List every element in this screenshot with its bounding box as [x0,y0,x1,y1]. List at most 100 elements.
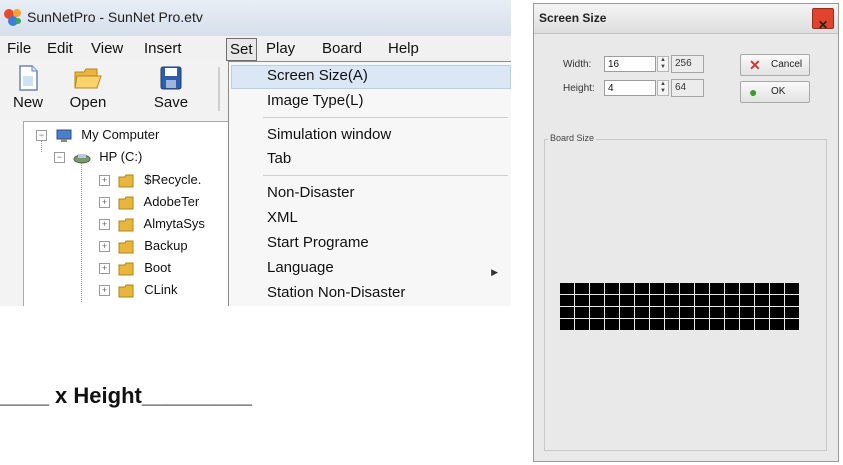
menu-item-tab[interactable]: Tab [267,148,291,170]
menu-item-station-non-disaster[interactable]: Station Non-Disaster [267,282,405,304]
app-logo-icon [4,9,21,26]
board-cell [665,319,679,330]
height-spinner[interactable]: ▲ ▼ [657,80,669,96]
board-cell [740,307,754,318]
save-button[interactable]: Save [145,64,197,116]
caption-text: ____ x Height_________ [0,383,252,408]
menu-separator [263,175,508,176]
board-cell [680,307,694,318]
menu-item-start-programe[interactable]: Start Programe [267,232,369,254]
toolbar-separator [218,67,220,111]
tree-item-folder[interactable]: + Backup [99,235,188,257]
board-cell [590,307,604,318]
board-cell [590,283,604,294]
save-disk-icon [160,66,182,90]
board-size-label: Board Size [548,133,597,143]
collapse-icon[interactable]: − [54,152,65,164]
folder-tree[interactable]: − My Computer − HP (C:) + $Recycle. + Ad… [23,121,230,306]
tree-connector [81,162,82,302]
board-cell [560,319,574,330]
tree-item-folder[interactable]: + AlmytaSys [99,213,205,235]
menu-edit[interactable]: Edit [44,38,76,59]
width-pixels-field: 256 [671,55,704,73]
screen-size-dialog: Screen Size ✕ Width: 16 ▲ ▼ 256 Height: 4… [533,3,839,462]
menu-separator [263,117,508,118]
dialog-title: Screen Size [539,11,607,25]
expand-icon[interactable]: + [99,263,110,275]
tree-item-my-computer[interactable]: − My Computer [36,124,159,146]
tree-item-label: $Recycle. [144,172,202,187]
menu-insert[interactable]: Insert [141,38,185,59]
spin-up-icon: ▲ [660,57,666,63]
width-input[interactable]: 16 [604,56,656,72]
menu-play[interactable]: Play [263,38,298,59]
tree-item-label: CLink [144,282,178,297]
board-cell [590,295,604,306]
menu-item-non-disaster[interactable]: Non-Disaster [267,182,355,204]
board-cell [785,307,799,318]
spin-up-icon: ▲ [660,81,666,87]
open-button[interactable]: Open [62,64,114,116]
board-cell [665,283,679,294]
tree-item-label: My Computer [81,127,160,142]
board-cell [755,295,769,306]
menu-view[interactable]: View [88,38,126,59]
board-cell [605,283,619,294]
tree-item-label: Backup [144,238,188,253]
board-cell [785,295,799,306]
tree-item-folder[interactable]: + CLink [99,279,178,301]
tree-item-folder[interactable]: + Boot [99,257,171,279]
folder-icon [118,240,134,254]
board-cell [785,283,799,294]
tree-item-folder[interactable]: + $Recycle. [99,169,201,191]
height-input[interactable]: 4 [604,80,656,96]
menu-set[interactable]: Set [226,38,257,61]
menu-item-simulation-window[interactable]: Simulation window [267,124,391,146]
title-bar: SunNetPro - SunNet Pro.etv [0,0,511,36]
open-folder-icon [74,68,102,89]
board-cell [635,319,649,330]
board-cell [725,307,739,318]
menu-item-language[interactable]: Language [267,257,334,279]
menu-item-screen-size[interactable]: Screen Size(A) [267,65,368,87]
board-cell [650,295,664,306]
expand-icon[interactable]: + [99,241,110,253]
board-cell [770,307,784,318]
ok-button-label: OK [771,86,786,97]
menu-file[interactable]: File [4,38,34,59]
expand-icon[interactable]: + [99,197,110,209]
close-icon: ✕ [818,18,829,32]
window-title: SunNetPro - SunNet Pro.etv [27,9,203,25]
close-button[interactable]: ✕ [812,8,834,32]
menu-item-image-type[interactable]: Image Type(L) [267,90,363,112]
board-cell [560,295,574,306]
board-cell [725,319,739,330]
board-cell [590,319,604,330]
new-button[interactable]: New [2,64,54,116]
board-cell [605,295,619,306]
board-cell [650,283,664,294]
expand-icon[interactable]: + [99,175,110,187]
expand-icon[interactable]: + [99,285,110,297]
height-pixels-field: 64 [671,79,704,97]
ok-button[interactable]: ● OK [740,81,810,103]
menu-item-xml[interactable]: XML [267,207,298,229]
toolbar: New Open Save [0,62,230,120]
cancel-button[interactable]: ✕ Cancel [740,54,810,76]
width-spinner[interactable]: ▲ ▼ [657,56,669,72]
board-cell [710,319,724,330]
expand-icon[interactable]: + [99,219,110,231]
spin-down-icon: ▼ [660,88,666,94]
new-button-label: New [12,94,43,111]
board-cell [740,283,754,294]
tree-item-folder[interactable]: + AdobeTer [99,191,199,213]
board-cell [680,295,694,306]
collapse-icon[interactable]: − [36,130,47,142]
tree-item-label: HP (C:) [99,149,143,164]
menu-board[interactable]: Board [319,38,365,59]
tree-item-drive[interactable]: − HP (C:) [54,146,142,168]
menu-help[interactable]: Help [385,38,422,59]
board-cell [605,319,619,330]
app-window: SunNetPro - SunNet Pro.etv File Edit Vie… [0,0,511,306]
board-cell [770,319,784,330]
